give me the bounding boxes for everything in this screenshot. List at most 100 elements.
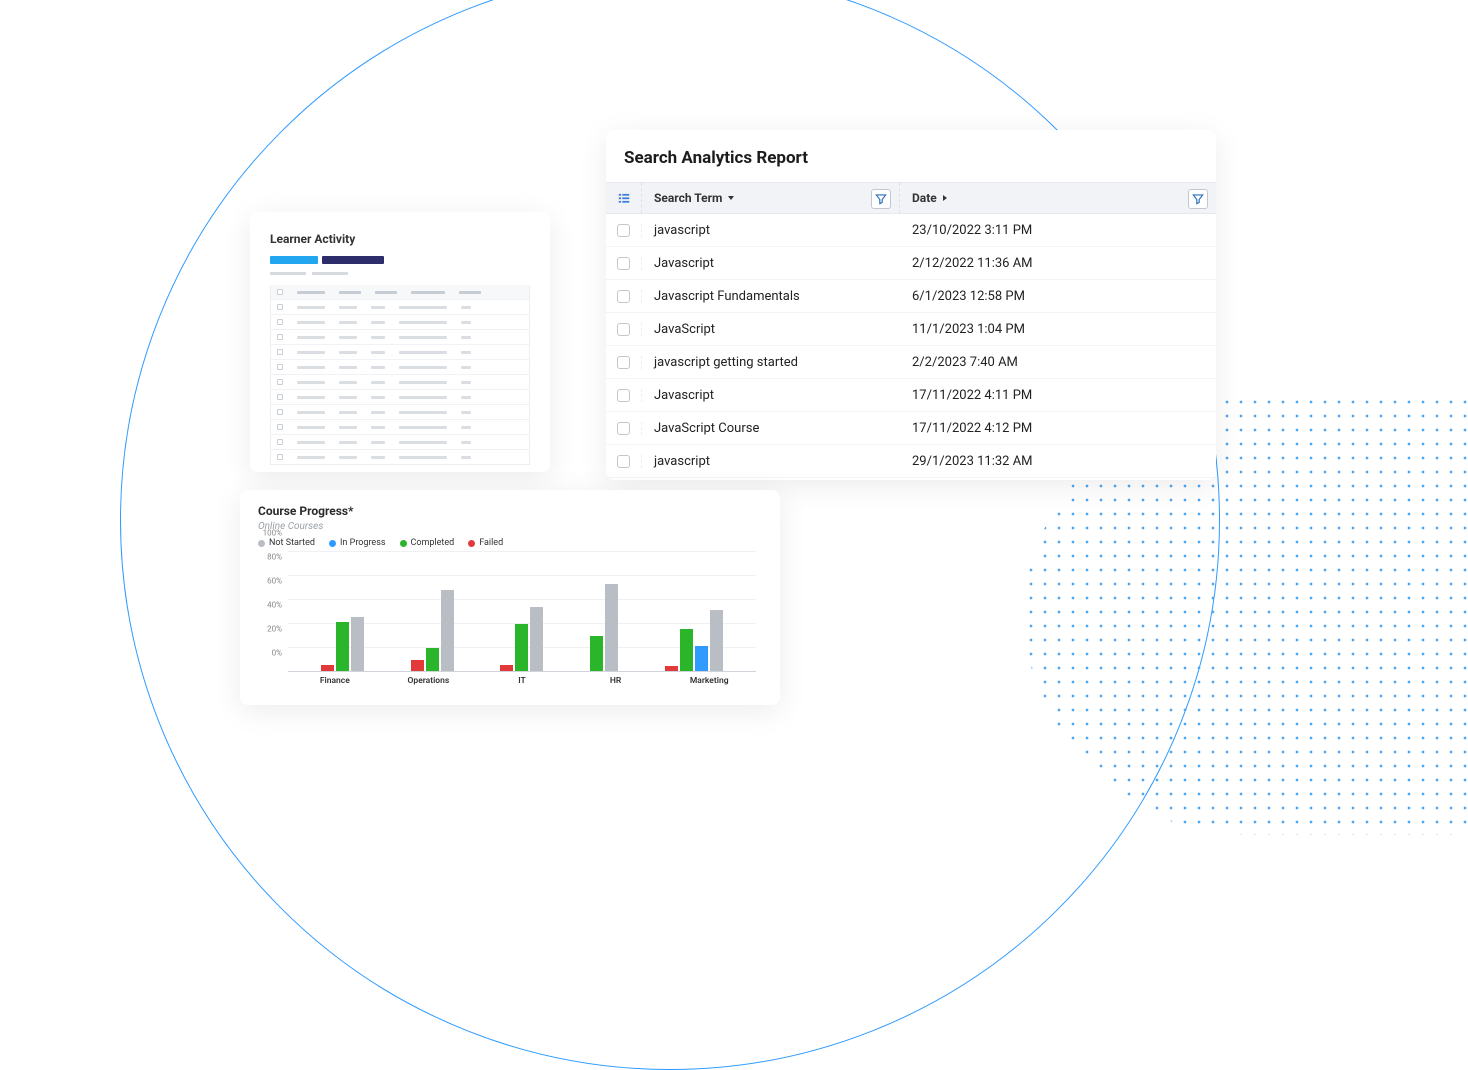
bar[interactable]: [515, 624, 528, 672]
chart-x-axis: FinanceOperationsITHRMarketing: [288, 671, 756, 672]
learner-activity-card: Learner Activity: [250, 212, 550, 472]
cell-skeleton: [371, 321, 385, 324]
legend-label: Failed: [479, 538, 503, 548]
cell-skeleton: [371, 306, 385, 309]
row-checkbox[interactable]: [277, 319, 283, 325]
row-checkbox[interactable]: [277, 334, 283, 340]
checkbox-cell: [606, 323, 642, 336]
table-row: javascript getting started2/2/2023 7:40 …: [606, 346, 1216, 379]
table-row: [271, 404, 529, 419]
cell-skeleton: [371, 411, 385, 414]
bar[interactable]: [336, 622, 349, 672]
bar[interactable]: [680, 629, 693, 672]
row-checkbox[interactable]: [617, 389, 630, 402]
row-checkbox[interactable]: [277, 424, 283, 430]
cell-search-term: Javascript: [642, 388, 900, 403]
column-header-label: Search Term: [654, 191, 722, 205]
column-header[interactable]: [339, 291, 361, 294]
cell-skeleton: [297, 351, 325, 354]
cell-skeleton: [297, 366, 325, 369]
learner-tab[interactable]: [322, 256, 384, 264]
row-checkbox[interactable]: [617, 356, 630, 369]
bar[interactable]: [590, 636, 603, 672]
bar-group: [590, 552, 618, 672]
course-progress-card: Course Progress* Online Courses Not Star…: [240, 490, 780, 705]
table-row: Javascript2/12/2022 11:36 AM: [606, 247, 1216, 280]
legend-item[interactable]: In Progress: [329, 538, 386, 548]
row-checkbox[interactable]: [617, 290, 630, 303]
cell-skeleton: [399, 396, 447, 399]
bar[interactable]: [605, 584, 618, 672]
cell-skeleton: [339, 321, 357, 324]
row-checkbox[interactable]: [617, 257, 630, 270]
legend-item[interactable]: Failed: [468, 538, 503, 548]
cell-skeleton: [371, 441, 385, 444]
legend-item[interactable]: Not Started: [258, 538, 315, 548]
row-checkbox[interactable]: [277, 364, 283, 370]
chart-legend: Not Started In Progress Completed Failed: [258, 538, 762, 548]
checkbox-cell: [606, 356, 642, 369]
checkbox-cell: [606, 389, 642, 402]
cell-skeleton: [339, 351, 357, 354]
list-view-icon[interactable]: [606, 183, 642, 213]
cell-skeleton: [461, 441, 471, 444]
row-checkbox[interactable]: [277, 349, 283, 355]
bar[interactable]: [695, 646, 708, 672]
column-header[interactable]: [411, 291, 445, 294]
row-checkbox[interactable]: [617, 323, 630, 336]
cell-date: 2/2/2023 7:40 AM: [900, 355, 1216, 370]
cell-skeleton: [461, 306, 471, 309]
row-checkbox[interactable]: [277, 454, 283, 460]
learner-activity-subbars: [270, 272, 530, 275]
cell-skeleton: [339, 426, 357, 429]
bar[interactable]: [441, 590, 454, 672]
legend-item[interactable]: Completed: [400, 538, 455, 548]
learner-subbar: [312, 272, 348, 275]
row-checkbox[interactable]: [617, 455, 630, 468]
bar[interactable]: [710, 610, 723, 672]
column-header-search-term[interactable]: Search Term: [642, 183, 900, 213]
y-tick-label: 20%: [267, 625, 282, 634]
row-checkbox[interactable]: [617, 422, 630, 435]
search-analytics-card: Search Analytics Report Search Term Date…: [606, 130, 1216, 480]
checkbox-cell: [606, 455, 642, 468]
legend-swatch: [329, 540, 336, 547]
legend-swatch: [400, 540, 407, 547]
cell-skeleton: [461, 426, 471, 429]
row-checkbox[interactable]: [277, 304, 283, 310]
cell-skeleton: [297, 321, 325, 324]
bar-group: [321, 552, 364, 672]
x-tick-label: Finance: [320, 676, 350, 686]
table-row: [271, 329, 529, 344]
row-checkbox[interactable]: [277, 409, 283, 415]
row-checkbox[interactable]: [277, 394, 283, 400]
filter-button[interactable]: [871, 189, 891, 209]
cell-skeleton: [297, 396, 325, 399]
row-checkbox[interactable]: [617, 224, 630, 237]
row-checkbox[interactable]: [277, 439, 283, 445]
bar[interactable]: [351, 617, 364, 672]
learner-subbar: [270, 272, 306, 275]
y-tick-label: 0%: [272, 649, 282, 658]
cell-date: 11/1/2023 1:04 PM: [900, 322, 1216, 337]
row-checkbox[interactable]: [277, 379, 283, 385]
select-all-checkbox[interactable]: [277, 289, 283, 295]
filter-button[interactable]: [1188, 189, 1208, 209]
column-header[interactable]: [375, 291, 397, 294]
learner-tab-active[interactable]: [270, 256, 318, 264]
cell-skeleton: [461, 381, 471, 384]
cell-skeleton: [339, 441, 357, 444]
column-header[interactable]: [459, 291, 481, 294]
cell-date: 17/11/2022 4:11 PM: [900, 388, 1216, 403]
bar[interactable]: [426, 648, 439, 672]
chart-area: 0%20%40%60%80%100% FinanceOperationsITHR…: [288, 552, 756, 682]
legend-label: Not Started: [269, 538, 315, 548]
bar[interactable]: [530, 607, 543, 672]
column-header-date[interactable]: Date: [900, 183, 1216, 213]
cell-date: 6/1/2023 12:58 PM: [900, 289, 1216, 304]
cell-skeleton: [297, 441, 325, 444]
column-header-label: Date: [912, 191, 937, 205]
cell-date: 29/1/2023 11:32 AM: [900, 454, 1216, 469]
column-header[interactable]: [297, 291, 325, 294]
cell-search-term: JavaScript Course: [642, 421, 900, 436]
